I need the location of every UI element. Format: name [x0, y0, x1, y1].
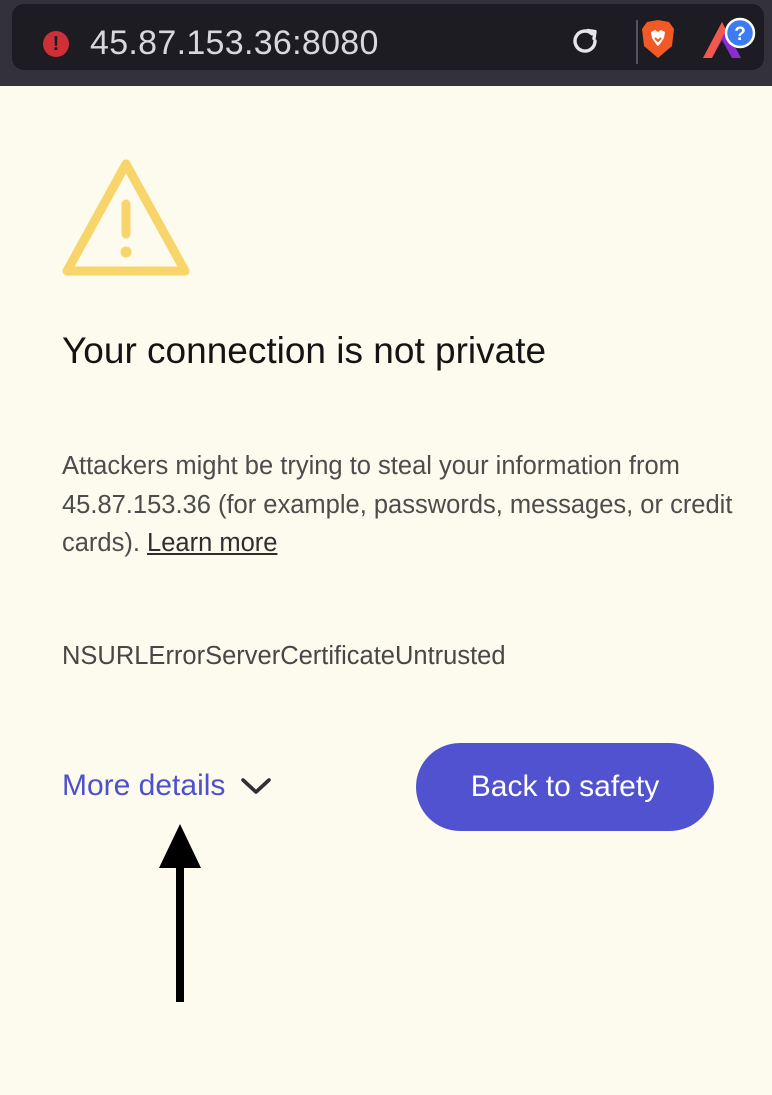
brave-rewards-icon[interactable]: ?	[700, 16, 760, 62]
not-secure-warning-icon[interactable]: !	[43, 31, 69, 57]
toolbar-separator	[636, 20, 638, 64]
brave-shields-icon[interactable]	[640, 18, 676, 60]
browser-toolbar: ! 45.87.153.36:8080 ?	[0, 0, 772, 86]
more-details-label[interactable]: More details	[62, 764, 225, 808]
error-code: NSURLErrorServerCertificateUntrusted	[62, 642, 506, 670]
page-title: Your connection is not private	[62, 330, 547, 371]
rewards-badge: ?	[734, 24, 746, 45]
chevron-down-icon[interactable]	[239, 775, 273, 797]
up-arrow-annotation-icon	[159, 824, 201, 1002]
warning-triangle-icon	[62, 159, 190, 276]
reload-icon[interactable]	[567, 23, 603, 59]
back-to-safety-button[interactable]: Back to safety	[416, 743, 714, 831]
address-bar[interactable]: ! 45.87.153.36:8080 ?	[12, 4, 764, 70]
more-details-toggle[interactable]: More details	[62, 764, 273, 808]
learn-more-link[interactable]: Learn more	[147, 529, 277, 557]
warning-description: Attackers might be trying to steal your …	[62, 447, 752, 563]
address-bar-url[interactable]: 45.87.153.36:8080	[90, 20, 379, 66]
